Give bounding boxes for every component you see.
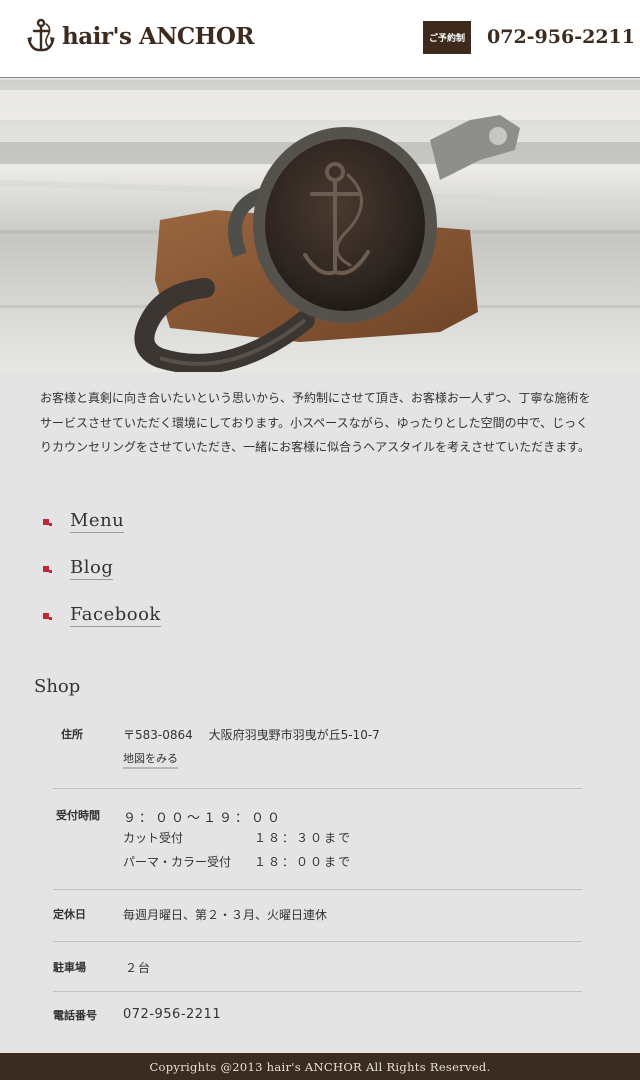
site-logo[interactable]: hair's ANCHOR xyxy=(26,18,255,54)
nav-link-blog[interactable]: Blog xyxy=(70,557,114,580)
hero-image xyxy=(0,80,640,372)
shop-title: Shop xyxy=(34,676,81,697)
nav-item-blog[interactable]: Blog xyxy=(40,545,161,592)
map-link[interactable]: 地図をみる xyxy=(123,750,178,769)
nav-link-facebook[interactable]: Facebook xyxy=(70,604,161,627)
shop-row-tel: 電話番号 072-956-2211 xyxy=(53,992,582,1042)
site-footer: Copyrights @2013 hair's ANCHOR All Right… xyxy=(0,1053,640,1080)
logo-text: hair's ANCHOR xyxy=(62,22,255,50)
nav-item-facebook[interactable]: Facebook xyxy=(40,592,161,639)
shop-row-closed: 定休日 毎週月曜日、第２・３月、火曜日連休 xyxy=(53,890,582,942)
address-label: 住所 xyxy=(61,728,83,741)
header-phone-number[interactable]: 072-956-2211 xyxy=(487,26,635,48)
closed-value: 毎週月曜日、第２・３月、火曜日連休 xyxy=(123,908,328,922)
address-value: 〒583-0864 大阪府羽曳野市羽曳が丘5-10-7 xyxy=(123,728,380,742)
shop-row-hours: 受付時間 ９：００〜１９：００ カット受付 １８：３０まで パーマ・カラー受付 … xyxy=(53,789,582,890)
nav-item-menu[interactable]: Menu xyxy=(40,498,161,545)
padlock-anchor-photo xyxy=(0,80,640,372)
shop-row-parking: 駐車場 ２台 xyxy=(53,942,582,992)
perm-hours-label: パーマ・カラー受付 xyxy=(123,855,232,869)
copyright-text: Copyrights @2013 hair's ANCHOR All Right… xyxy=(149,1059,491,1074)
bullet-icon xyxy=(40,564,52,574)
nav-links: Menu Blog Facebook xyxy=(40,498,161,639)
cut-hours-value: １８：３０まで xyxy=(254,831,353,845)
tel-value[interactable]: 072-956-2211 xyxy=(123,1007,221,1042)
hours-label: 受付時間 xyxy=(56,809,100,822)
cut-hours: カット受付 １８：３０まで xyxy=(123,826,352,850)
parking-value: ２台 xyxy=(125,961,152,975)
shop-info-table: 住所 〒583-0864 大阪府羽曳野市羽曳が丘5-10-7 地図をみる 受付時… xyxy=(53,712,582,1042)
perm-hours-value: １８：００まで xyxy=(254,855,353,869)
parking-label: 駐車場 xyxy=(53,961,86,974)
nav-link-menu[interactable]: Menu xyxy=(70,510,125,533)
tel-label: 電話番号 xyxy=(53,1009,97,1022)
perm-hours: パーマ・カラー受付 １８：００まで xyxy=(123,850,352,874)
reservation-badge: ご予約制 xyxy=(423,21,471,54)
intro-text: お客様と真剣に向き合いたいという思いから、予約制にさせて頂き、お客様お一人ずつ、… xyxy=(40,391,591,454)
hours-main: ９：００〜１９：００ xyxy=(123,811,284,826)
bullet-icon xyxy=(40,517,52,527)
site-header: hair's ANCHOR ご予約制 072-956-2211 xyxy=(0,0,640,78)
cut-hours-label: カット受付 xyxy=(123,831,184,845)
shop-row-address: 住所 〒583-0864 大阪府羽曳野市羽曳が丘5-10-7 地図をみる xyxy=(53,712,582,789)
anchor-icon xyxy=(27,18,55,52)
closed-label: 定休日 xyxy=(53,908,86,921)
bullet-icon xyxy=(40,611,52,621)
